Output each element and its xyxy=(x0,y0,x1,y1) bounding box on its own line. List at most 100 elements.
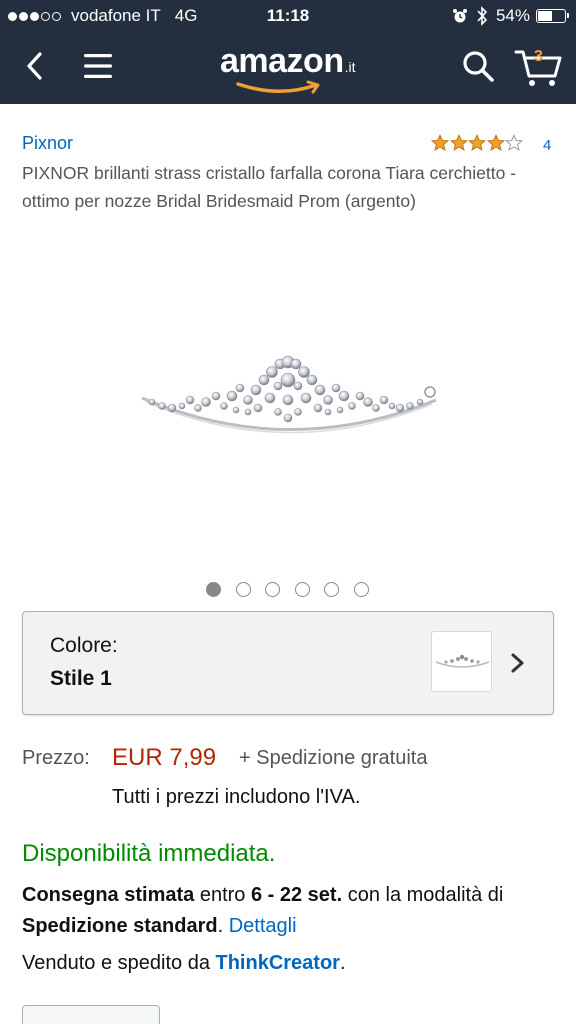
shipping-method: Spedizione standard xyxy=(22,915,218,937)
carousel-dot[interactable] xyxy=(324,582,340,597)
color-selector[interactable]: Colore: Stile 1 xyxy=(22,611,554,715)
tiara-gem xyxy=(258,374,270,386)
tiara-gem xyxy=(336,406,344,414)
delivery-label: Consegna stimata xyxy=(22,884,195,906)
status-bar: vodafone IT 4G 11:18 54% xyxy=(0,0,576,32)
logo-tld: .it xyxy=(344,59,356,75)
availability-status: Disponibilità immediata. xyxy=(22,840,276,867)
tiara-gem xyxy=(379,395,389,405)
image-carousel-dots[interactable] xyxy=(206,582,384,597)
search-icon[interactable] xyxy=(460,48,496,84)
vat-note: Tutti i prezzi includono l'IVA. xyxy=(112,786,361,808)
tiara-gem xyxy=(220,402,228,410)
tiara-gem xyxy=(300,392,312,404)
tiara-gem xyxy=(372,404,380,412)
price-label: Prezzo: xyxy=(22,747,90,769)
top-bar: vodafone IT 4G 11:18 54% amazon.it 3 xyxy=(0,0,576,104)
nav-bar: amazon.it 3 xyxy=(0,32,576,104)
tiara-gem xyxy=(194,404,202,412)
tiara-gem xyxy=(282,394,294,406)
carousel-dot[interactable] xyxy=(353,582,369,597)
seller-prefix: Venduto e spedito da xyxy=(22,952,216,974)
tiara-gem xyxy=(298,366,310,378)
tiara-gem xyxy=(226,390,238,402)
carousel-dot[interactable] xyxy=(294,582,310,597)
tiara-gem xyxy=(283,413,293,423)
delivery-text: . xyxy=(217,915,229,937)
tiara-gem xyxy=(244,408,252,416)
star-empty-icon xyxy=(505,134,523,151)
color-label: Colore: xyxy=(50,634,118,657)
tiara-gem xyxy=(243,395,253,405)
tiara-gem xyxy=(148,398,156,406)
tiara-gem xyxy=(290,358,302,370)
seller-link[interactable]: ThinkCreator xyxy=(216,952,340,974)
carousel-dot[interactable] xyxy=(265,582,281,597)
cart-count: 3 xyxy=(534,48,543,65)
carousel-dot[interactable] xyxy=(235,582,251,597)
tiara-thumbnail-icon xyxy=(435,654,490,668)
shipping-note: + Spedizione gratuita xyxy=(239,747,428,769)
tiara-gem xyxy=(406,402,414,410)
tiara-gem xyxy=(158,402,166,410)
alarm-icon xyxy=(452,9,467,23)
product-image[interactable] xyxy=(138,350,444,470)
amazon-logo[interactable]: amazon.it xyxy=(220,42,356,94)
review-count[interactable]: 4 xyxy=(543,137,551,154)
tiara-gem xyxy=(185,395,195,405)
star-filled-icon xyxy=(431,134,449,151)
tiara-gem xyxy=(324,408,332,416)
tiara-gems xyxy=(148,355,424,423)
color-swatch-thumbnail[interactable] xyxy=(431,631,492,692)
details-link[interactable]: Dettagli xyxy=(229,915,297,937)
tiara-gem xyxy=(395,403,405,413)
tiara-gem xyxy=(167,403,177,413)
tiara-gem xyxy=(178,402,186,410)
tiara-gem xyxy=(274,408,282,416)
star-filled-icon xyxy=(449,134,468,151)
status-right: 54% xyxy=(452,6,569,26)
tiara-gem xyxy=(273,381,283,391)
logo-smile-icon xyxy=(236,80,320,94)
tiara-gem xyxy=(416,398,424,406)
tiara-gem xyxy=(338,390,350,402)
star-filled-icon xyxy=(486,134,505,151)
tiara-gem xyxy=(348,402,356,410)
tiara-gem xyxy=(232,406,240,414)
star-filled-icon xyxy=(468,134,486,151)
tiara-gem xyxy=(313,403,323,413)
cart-button[interactable]: 3 xyxy=(512,44,564,88)
seller-suffix: . xyxy=(339,952,346,974)
tiara-gem xyxy=(331,383,341,393)
bluetooth-icon xyxy=(477,6,488,26)
tiara-gem xyxy=(306,374,318,386)
battery-fill xyxy=(538,11,552,21)
brand-link[interactable]: Pixnor xyxy=(22,133,73,154)
star-rating[interactable] xyxy=(431,134,524,152)
tiara-gem xyxy=(266,366,278,378)
tiara-gem xyxy=(388,402,396,410)
carousel-dot[interactable] xyxy=(206,582,221,597)
tiara-gem xyxy=(363,397,373,407)
battery-icon xyxy=(536,9,569,23)
back-icon[interactable] xyxy=(20,50,52,82)
tiara-gem xyxy=(250,384,262,396)
tiara-gem xyxy=(211,391,221,401)
menu-icon[interactable] xyxy=(82,52,114,80)
tiara-gem xyxy=(264,392,276,404)
battery-percent: 54% xyxy=(495,6,530,25)
seller-info: Venduto e spedito da ThinkCreator. xyxy=(22,952,346,975)
delivery-dates: 6 - 22 set. xyxy=(250,884,343,906)
quantity-selector[interactable] xyxy=(22,1005,160,1024)
tiara-gem xyxy=(293,381,303,391)
chevron-right-icon xyxy=(511,653,524,673)
logo-word: amazon xyxy=(220,42,344,80)
tiara-gem xyxy=(294,408,302,416)
tiara-gem xyxy=(235,383,245,393)
delivery-text: con la modalità di xyxy=(342,884,504,906)
tiara-gem xyxy=(323,395,333,405)
tiara-gem xyxy=(280,372,296,388)
delivery-text: entro xyxy=(194,884,251,906)
tiara-gem xyxy=(253,403,263,413)
delivery-estimate: Consegna stimata entro 6 - 22 set. con l… xyxy=(22,880,562,942)
